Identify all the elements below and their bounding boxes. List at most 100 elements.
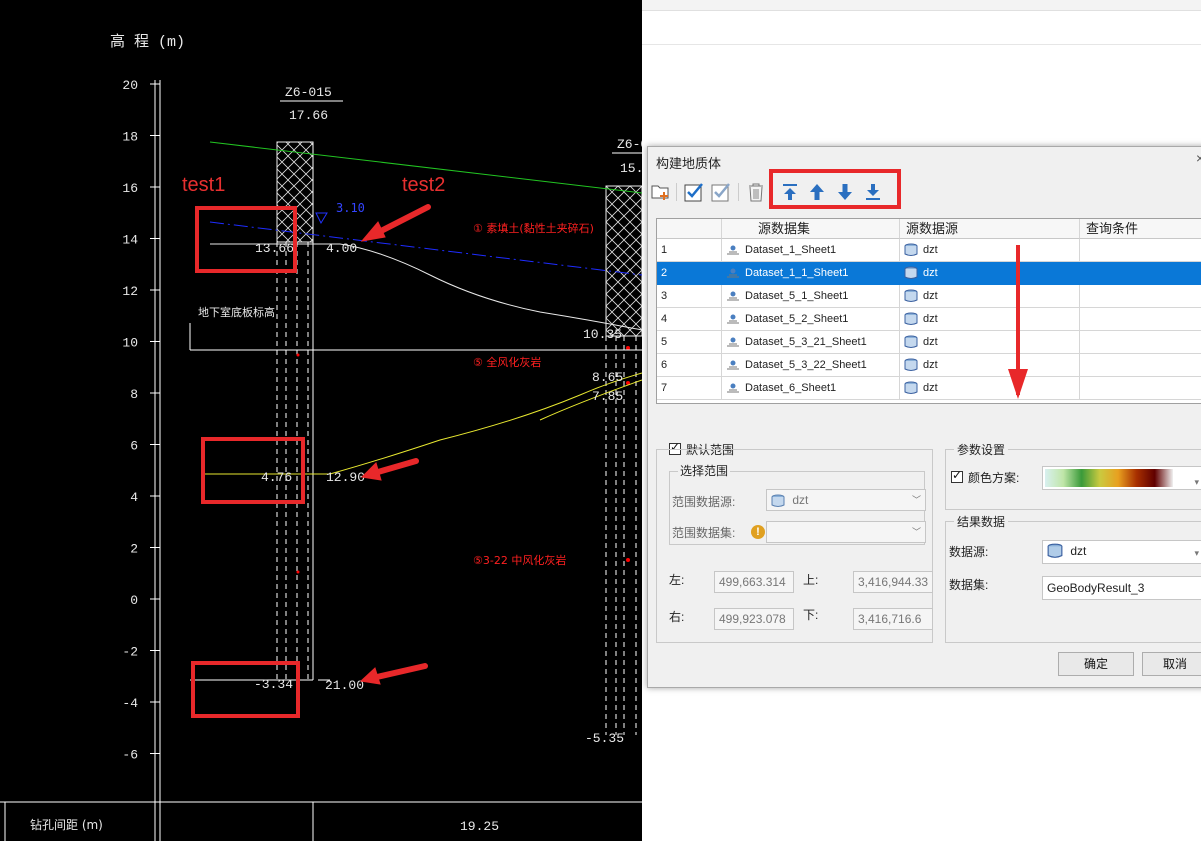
color-scheme-checkbox[interactable] [951, 468, 963, 483]
move-top-button[interactable] [779, 181, 801, 203]
build-geobody-dialog: 构建地质体 × 源数据集 源数据源 查询条件 1 Dataset_1_Sheet… [647, 146, 1201, 688]
arrow-down-icon [838, 184, 852, 200]
right-bound-field[interactable]: 499,923.078 [714, 608, 794, 630]
datasource-icon [904, 289, 918, 303]
elevation-tick-label: 8 [130, 387, 138, 402]
borehole-2-elevation: 15.6 [620, 161, 642, 176]
elevation-tick-label: 4 [130, 490, 138, 505]
value-neg-3-34: -3.34 [254, 677, 293, 692]
table-row[interactable]: 2 Dataset_1_1_Sheet1 dzt [657, 262, 1201, 285]
elevation-ticks: 20181614121086420-2-4-6 [122, 78, 160, 763]
row-index: 1 [657, 239, 722, 262]
color-scheme-select[interactable]: ▾ [1042, 466, 1201, 490]
row-index: 4 [657, 308, 722, 331]
warning-icon: ! [751, 525, 765, 539]
source-dataset-table[interactable]: 源数据集 源数据源 查询条件 1 Dataset_1_Sheet1 dzt 2 Data… [656, 218, 1201, 404]
geologic-section-drawing: 高 程 (m) 20181614121086420-2-4-6 Z6-015 1… [0, 33, 642, 841]
row-dataset: Dataset_1_Sheet1 [722, 239, 900, 262]
invert-select-button[interactable] [710, 181, 732, 203]
check-invert-icon [711, 183, 730, 202]
select-all-button[interactable] [683, 181, 705, 203]
add-dataset-button[interactable] [650, 181, 672, 203]
value-neg-5-35: -5.35 [585, 731, 624, 746]
datasource-icon [904, 312, 918, 326]
layer-5-3-label: ⑤3-22 中风化灰岩 [473, 553, 566, 567]
top-bound-field[interactable]: 3,416,944.33 [853, 571, 933, 593]
color-ramp-swatch [1045, 469, 1173, 487]
value-7-85: 7.85 [592, 389, 623, 404]
close-icon[interactable]: × [1196, 150, 1201, 166]
delete-button[interactable] [745, 181, 767, 203]
left-label: 左: [669, 573, 685, 587]
left-bound-field[interactable]: 499,663.314 [714, 571, 794, 593]
cad-drawing-view: 高 程 (m) 20 18 16 14 12 10 8 6 4 2 0 -2 -4 -6 Z6-015 1… [0, 0, 642, 841]
value-4-76: 4.76 [261, 470, 292, 485]
move-bottom-button[interactable] [862, 181, 884, 203]
row-query[interactable] [1080, 262, 1201, 285]
annotation-arrows [359, 204, 431, 685]
elevation-tick-label: 10 [122, 336, 138, 351]
bottom-label: 下: [803, 608, 819, 622]
row-query[interactable] [1080, 377, 1201, 400]
borehole-spacing-value: 19.25 [460, 819, 499, 834]
dataset-name-input[interactable]: GeoBodyResult_3 [1042, 576, 1201, 600]
chevron-down-icon: ﹀ [911, 527, 921, 537]
row-datasource: dzt [900, 331, 1080, 354]
elevation-tick-label: 14 [122, 233, 138, 248]
bottom-bound-field[interactable]: 3,416,716.6 [853, 608, 933, 630]
top-label: 上: [803, 573, 819, 587]
column-header-datasource[interactable]: 源数据源 [900, 219, 1080, 239]
range-source-select[interactable]: dzt ﹀ [766, 489, 926, 511]
color-scheme-label: 颜色方案: [968, 471, 1020, 485]
row-index: 6 [657, 354, 722, 377]
red-arrow-annotation [1008, 369, 1028, 399]
chevron-down-icon: ▾ [1194, 477, 1199, 487]
water-level-value: 3.10 [336, 201, 365, 215]
dialog-title: 构建地质体 [656, 156, 722, 171]
row-query[interactable] [1080, 308, 1201, 331]
datasource-select[interactable]: dzt ▾ [1042, 540, 1201, 564]
column-header-query[interactable]: 查询条件 [1080, 219, 1201, 239]
ok-button[interactable]: 确定 [1058, 652, 1134, 676]
row-datasource: dzt [900, 285, 1080, 308]
row-query[interactable] [1080, 331, 1201, 354]
table-row[interactable]: 4 Dataset_5_2_Sheet1 dzt [657, 308, 1201, 331]
datasource-icon [904, 243, 918, 257]
annotation-test2: test2 [402, 174, 445, 196]
elevation-axis-label: 高 程 (m) [110, 33, 185, 51]
move-up-button[interactable] [806, 181, 828, 203]
row-query[interactable] [1080, 239, 1201, 262]
row-datasource: dzt [900, 308, 1080, 331]
row-query[interactable] [1080, 354, 1201, 377]
row-datasource: dzt [900, 377, 1080, 400]
table-row[interactable]: 3 Dataset_5_1_Sheet1 dzt [657, 285, 1201, 308]
table-row[interactable]: 6 Dataset_5_3_22_Sheet1 dzt [657, 354, 1201, 377]
range-dataset-select[interactable]: ﹀ [766, 521, 926, 543]
value-12-90: 12.90 [326, 470, 365, 485]
column-header-dataset[interactable]: 源数据集 [722, 219, 900, 239]
row-dataset: Dataset_6_Sheet1 [722, 377, 900, 400]
row-index: 3 [657, 285, 722, 308]
datasource-icon [771, 494, 785, 507]
table-row[interactable]: 1 Dataset_1_Sheet1 dzt [657, 239, 1201, 262]
column-header-index [657, 219, 722, 239]
value-13-66: 13.66 [255, 241, 294, 256]
borehole-1-elevation: 17.66 [289, 108, 328, 123]
elevation-tick-label: -4 [122, 696, 138, 711]
arrow-up-icon [810, 184, 824, 200]
row-index: 2 [657, 262, 722, 285]
row-datasource: dzt [900, 262, 1080, 285]
cancel-button[interactable]: 取消 [1142, 652, 1201, 676]
value-21-00: 21.00 [325, 678, 364, 693]
arrow-bottom-icon [866, 184, 880, 200]
folder-add-icon [651, 185, 669, 200]
table-row[interactable]: 7 Dataset_6_Sheet1 dzt [657, 377, 1201, 400]
row-dataset: Dataset_5_3_22_Sheet1 [722, 354, 900, 377]
background-panel [642, 0, 1201, 145]
dataset-point-icon [727, 337, 739, 347]
move-down-button[interactable] [834, 181, 856, 203]
row-query[interactable] [1080, 285, 1201, 308]
table-row[interactable]: 5 Dataset_5_3_21_Sheet1 dzt [657, 331, 1201, 354]
trash-icon [749, 183, 763, 202]
datasource-icon [904, 381, 918, 395]
